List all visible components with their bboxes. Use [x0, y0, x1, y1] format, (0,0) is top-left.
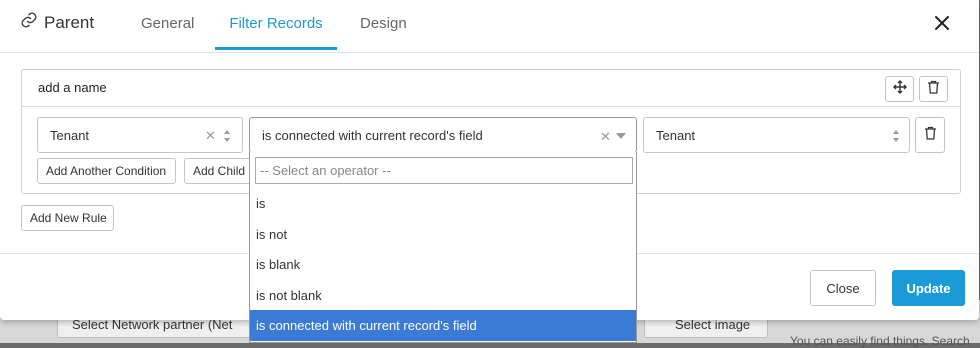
trash-icon	[924, 126, 937, 145]
trash-icon	[927, 80, 940, 99]
clear-icon[interactable]: ✕	[600, 129, 611, 145]
operator-dropdown: -- Select an operator -- is is not is bl…	[249, 152, 637, 343]
modal-header: Parent General Filter Records Design	[0, 0, 979, 53]
modal-title-text: Parent	[44, 12, 95, 32]
operator-select-value: is connected with current record's field	[262, 128, 483, 143]
update-button[interactable]: Update	[892, 270, 965, 306]
operator-select[interactable]: is connected with current record's field…	[249, 117, 637, 153]
tab-design[interactable]: Design	[360, 0, 407, 50]
rule-name-field[interactable]: add a name	[38, 80, 107, 95]
target-select-value: Tenant	[656, 128, 696, 143]
field-select-value: Tenant	[50, 128, 90, 143]
operator-search-input[interactable]: -- Select an operator --	[255, 157, 633, 184]
delete-rule-button[interactable]	[919, 76, 948, 102]
option-is-not-blank[interactable]: is not blank	[250, 280, 636, 311]
move-icon	[892, 79, 907, 99]
tab-filter-records[interactable]: Filter Records	[215, 0, 337, 50]
option-is-not[interactable]: is not	[250, 219, 636, 250]
close-icon[interactable]	[931, 12, 953, 34]
sort-arrows-icon	[224, 130, 230, 142]
link-icon	[20, 11, 38, 34]
option-is-blank[interactable]: is blank	[250, 249, 636, 280]
close-button[interactable]: Close	[810, 270, 876, 306]
tab-general[interactable]: General	[141, 0, 194, 50]
move-button[interactable]	[885, 76, 914, 102]
clear-icon[interactable]: ✕	[205, 128, 216, 144]
add-child-button[interactable]: Add Child	[184, 158, 254, 184]
sort-arrows-icon	[893, 130, 899, 142]
background-text: You can easily find things. Search	[790, 334, 970, 348]
rule-header: add a name	[22, 70, 960, 107]
option-is-connected[interactable]: is connected with current record's field	[250, 310, 636, 341]
add-rule-button[interactable]: Add New Rule	[21, 205, 114, 231]
modal-title: Parent	[20, 11, 94, 34]
target-field-select[interactable]: Tenant	[643, 117, 910, 153]
add-condition-button[interactable]: Add Another Condition	[37, 158, 176, 184]
field-select[interactable]: Tenant ✕	[37, 117, 243, 153]
delete-condition-button[interactable]	[915, 117, 945, 153]
chevron-down-icon	[616, 133, 626, 139]
option-is[interactable]: is	[250, 188, 636, 219]
